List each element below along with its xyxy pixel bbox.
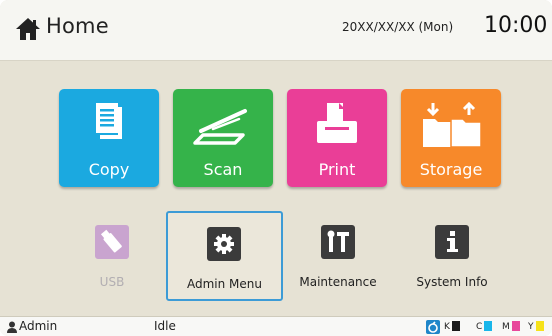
ink-level-y: Y <box>528 321 544 333</box>
gear-icon <box>207 227 241 261</box>
status-bar: Admin Idle K C M Y <box>0 316 552 336</box>
page-title: Home <box>46 14 109 38</box>
print-icon <box>317 103 357 143</box>
tools-icon <box>321 225 355 259</box>
document-icon <box>96 103 122 139</box>
maintenance-button[interactable]: Maintenance <box>283 211 393 297</box>
usb-icon <box>95 225 129 259</box>
storage-label: Storage <box>419 160 483 179</box>
header-bar: Home 20XX/XX/XX (Mon) 10:00 <box>0 0 552 61</box>
storage-tile[interactable]: Storage <box>401 89 501 187</box>
login-user[interactable]: Admin <box>19 319 57 333</box>
usb-button[interactable]: USB <box>57 211 167 297</box>
folder-transfer-icon <box>423 101 482 148</box>
print-tile[interactable]: Print <box>287 89 387 187</box>
print-label: Print <box>318 160 356 179</box>
maintenance-label: Maintenance <box>299 275 377 289</box>
admin-menu-button[interactable]: Admin Menu <box>166 211 283 301</box>
admin-menu-label: Admin Menu <box>186 277 262 291</box>
ink-level-m: M <box>502 321 520 333</box>
network-link-icon[interactable] <box>426 320 440 334</box>
info-icon <box>435 225 469 259</box>
system-info-label: System Info <box>416 275 488 289</box>
ink-level-k: K <box>444 321 460 333</box>
ink-level-c: C <box>476 321 493 333</box>
scanner-icon <box>193 109 247 145</box>
scan-tile[interactable]: Scan <box>173 89 273 187</box>
system-info-button[interactable]: System Info <box>397 211 507 297</box>
copy-tile[interactable]: Copy <box>59 89 159 187</box>
machine-status: Idle <box>154 319 176 333</box>
time-display: 10:00 <box>484 13 548 38</box>
home-icon <box>16 18 40 40</box>
user-icon <box>7 321 17 333</box>
date-display: 20XX/XX/XX (Mon) <box>342 20 454 34</box>
copy-label: Copy <box>88 160 130 179</box>
usb-label: USB <box>99 275 125 289</box>
home-screen: Home 20XX/XX/XX (Mon) 10:00 Copy Scan Pr… <box>0 0 552 336</box>
scan-label: Scan <box>203 160 243 179</box>
